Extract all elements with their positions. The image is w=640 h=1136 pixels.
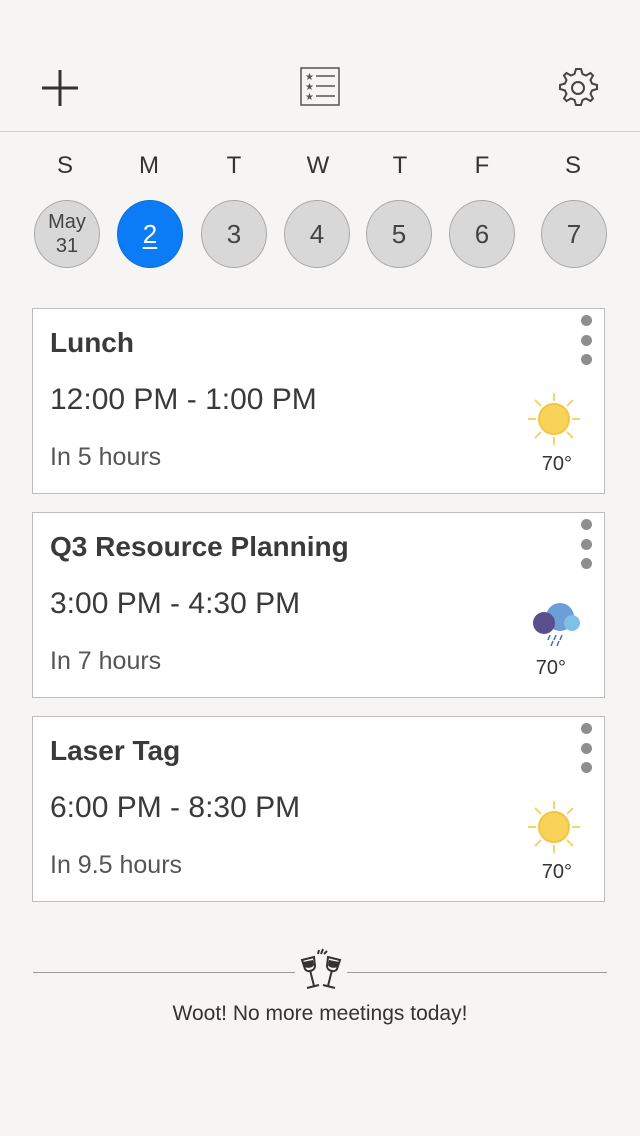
event-relative-time: In 7 hours	[50, 647, 162, 675]
event-card-laser-tag[interactable]: Laser Tag 6:00 PM - 8:30 PM In 9.5 hours…	[32, 716, 605, 902]
rain-cloud-icon	[533, 603, 580, 647]
event-title: Laser Tag	[50, 735, 181, 766]
agenda-list-button[interactable]: ★ ★ ★	[294, 62, 346, 114]
event-relative-time: In 5 hours	[50, 443, 162, 471]
day-month-label: May	[48, 211, 86, 233]
weekday-mon: M	[139, 152, 159, 179]
sun-icon	[528, 393, 580, 445]
day-button-7[interactable]: 7	[541, 200, 607, 268]
day-button-3[interactable]: 3	[201, 200, 267, 268]
footer-divider-right	[347, 972, 607, 973]
event-title: Q3 Resource Planning	[50, 531, 349, 562]
weekday-fri: F	[474, 152, 490, 179]
day-date-label: 2	[142, 218, 158, 249]
gear-icon	[559, 68, 598, 106]
no-more-meetings-message: Woot! No more meetings today!	[172, 1002, 468, 1025]
event-relative-time: In 9.5 hours	[50, 851, 183, 879]
day-date-label: 3	[226, 218, 242, 249]
weekday-sun: S	[56, 152, 73, 179]
day-button-2-selected[interactable]: 2	[117, 200, 183, 268]
footer-divider-left	[33, 972, 295, 973]
day-button-6[interactable]: 6	[449, 200, 515, 268]
cheers-glasses-icon	[300, 948, 342, 989]
weekday-wed: W	[306, 152, 330, 179]
event-temperature: 70°	[541, 453, 572, 475]
plus-icon	[42, 70, 78, 106]
top-bar: ★ ★ ★	[0, 0, 640, 132]
event-time: 6:00 PM - 8:30 PM	[50, 791, 301, 824]
event-time: 12:00 PM - 1:00 PM	[50, 383, 317, 416]
event-more-button[interactable]	[576, 315, 596, 365]
day-button-4[interactable]: 4	[284, 200, 350, 268]
event-card-lunch[interactable]: Lunch 12:00 PM - 1:00 PM In 5 hours 70°	[32, 308, 605, 494]
event-card-q3-resource-planning[interactable]: Q3 Resource Planning 3:00 PM - 4:30 PM I…	[32, 512, 605, 698]
starred-list-icon: ★ ★ ★	[300, 67, 340, 106]
add-event-button[interactable]	[34, 62, 86, 114]
event-temperature: 70°	[535, 657, 566, 679]
event-time: 3:00 PM - 4:30 PM	[50, 587, 301, 620]
day-button-may-31[interactable]: May 31	[34, 200, 100, 268]
weekday-thu: T	[392, 152, 408, 179]
day-date-label: 5	[391, 218, 407, 249]
day-date-label: 6	[474, 218, 490, 249]
more-dots-icon	[580, 723, 592, 734]
app: ★ ★ ★ S M T W T F S May 31 2 3 4 5 6 7 L…	[0, 0, 640, 1136]
event-temperature: 70°	[541, 861, 572, 883]
more-dots-icon	[580, 519, 592, 530]
day-date-label: 7	[566, 218, 582, 249]
weekday-tue: T	[226, 152, 242, 179]
day-date-label: 31	[55, 235, 79, 257]
more-dots-icon	[580, 315, 592, 326]
event-more-button[interactable]	[576, 723, 596, 773]
sun-icon	[528, 801, 580, 853]
event-more-button[interactable]	[576, 519, 596, 569]
day-button-5[interactable]: 5	[366, 200, 432, 268]
day-date-label: 4	[309, 218, 325, 249]
settings-button[interactable]	[552, 62, 604, 114]
svg-text:★: ★	[305, 92, 314, 103]
weekday-sat: S	[564, 152, 581, 179]
event-title: Lunch	[50, 327, 134, 358]
